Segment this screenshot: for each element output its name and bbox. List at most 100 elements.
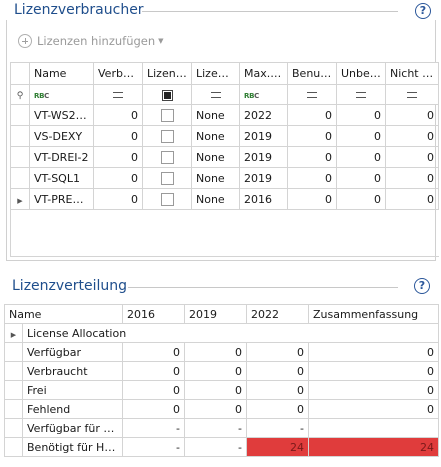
row-label: Verfügbar (21, 342, 124, 362)
cell-benutzt: 0 (287, 146, 337, 168)
distribution-help-icon[interactable]: ? (414, 278, 430, 294)
cell-2022: - (246, 418, 310, 438)
cell-summary: 0 (308, 342, 440, 362)
cell-2019: 0 (184, 399, 248, 419)
checkbox-filter-icon (161, 89, 173, 101)
row-label: Verfügbar für Host (21, 418, 124, 438)
checkbox[interactable] (160, 171, 174, 185)
cell-lizenziert (142, 146, 192, 168)
checkbox[interactable] (160, 108, 174, 122)
text-filter-icon: RBC (34, 92, 49, 100)
table-row: Frei 0 0 0 0 (4, 380, 440, 400)
cell-2022: 0 (246, 342, 310, 362)
consumers-filter-row: ⚲ RBC RBC (10, 84, 439, 105)
cell-2022: 0 (246, 380, 310, 400)
add-circle-icon (18, 34, 32, 48)
add-licenses-button[interactable]: Lizenzen hinzufügen ▼ (18, 34, 164, 48)
filter-lizenziert[interactable] (142, 84, 192, 105)
cell-lizenziert (142, 125, 192, 147)
cell-verbraucht: 0 (93, 104, 143, 126)
group-row-license-allocation[interactable]: ▶ License Allocation (4, 323, 440, 343)
cell-unbenutzt: 0 (336, 146, 386, 168)
expand-cell[interactable]: ▶ (4, 323, 23, 343)
col-header-unbenutzt[interactable]: Unben… (336, 62, 386, 85)
table-row[interactable]: VS-DEXY 0 None 2019 0 0 0 (10, 125, 439, 147)
cell-verbraucht: 0 (93, 146, 143, 168)
consumers-help-icon[interactable]: ? (415, 3, 431, 19)
cell-name: VT-DREI-2 (29, 146, 94, 168)
col-header-lizenz[interactable]: Lizenz… (191, 62, 240, 85)
table-row[interactable]: VT-WS2022 0 None 2022 0 0 0 (10, 104, 439, 126)
filter-benutzt[interactable] (287, 84, 337, 105)
cell-2022: 0 (246, 399, 310, 419)
table-row[interactable]: VT-SQL1 0 None 2019 0 0 0 (10, 167, 439, 189)
cell-nicht: 0 (385, 104, 439, 126)
checkbox[interactable] (160, 129, 174, 143)
cell-unbenutzt: 0 (336, 125, 386, 147)
col-header-2019[interactable]: 2019 (184, 304, 248, 324)
col-header-name[interactable]: Name (3, 304, 124, 324)
cell-lizenz: None (191, 104, 240, 126)
table-row[interactable]: VT-DREI-2 0 None 2019 0 0 0 (10, 146, 439, 168)
filter-lizenz[interactable] (191, 84, 240, 105)
distribution-grid: Name 2016 2019 2022 Zusammenfassung ▶ Li… (3, 304, 440, 457)
col-header-max[interactable]: Max. … (239, 62, 288, 85)
distribution-title: Lizenzverteilung (12, 278, 128, 294)
col-header-lizenziert[interactable]: Lizenzi… (142, 62, 192, 85)
cell-benutzt: 0 (287, 167, 337, 189)
header-corner (10, 62, 30, 85)
cell-max: 2019 (239, 125, 288, 147)
cell-2019: - (184, 418, 248, 438)
cell-lizenz: None (191, 146, 240, 168)
col-header-summary[interactable]: Zusammenfassung (308, 304, 440, 324)
col-header-nicht[interactable]: Nicht e… (385, 62, 439, 85)
cell-name: VT-PRER… (29, 188, 94, 210)
row-indicator: ▶ (10, 188, 30, 210)
col-header-benutzt[interactable]: Benutzt (287, 62, 337, 85)
row-label: Fehlend (21, 399, 124, 419)
filter-max[interactable]: RBC (239, 84, 288, 105)
filter-unbenutzt[interactable] (336, 84, 386, 105)
cell-2019: 0 (184, 361, 248, 381)
add-licenses-label: Lizenzen hinzufügen (37, 34, 156, 48)
col-header-2022[interactable]: 2022 (246, 304, 310, 324)
cell-unbenutzt: 0 (336, 104, 386, 126)
filter-name[interactable]: RBC (29, 84, 94, 105)
table-row: Verfügbar 0 0 0 0 (4, 342, 440, 362)
cell-summary (308, 418, 440, 438)
cell-2016: 0 (122, 361, 186, 381)
expand-arrow-icon: ▶ (10, 330, 17, 339)
cell-2019: - (184, 437, 248, 457)
checkbox[interactable] (160, 150, 174, 164)
col-header-name[interactable]: Name (29, 62, 94, 85)
equals-filter-icon (407, 92, 417, 98)
consumers-grid: Name Verbra… Lizenzi… Lizenz… Max. … Ben… (10, 62, 439, 210)
cell-name: VT-WS2022 (29, 104, 94, 126)
col-header-2016[interactable]: 2016 (122, 304, 186, 324)
cell-2019: 0 (184, 380, 248, 400)
cell-verbraucht: 0 (93, 167, 143, 189)
row-label: Benötigt für Host (21, 437, 124, 457)
col-header-verbraucht[interactable]: Verbra… (93, 62, 143, 85)
cell-verbraucht: 0 (93, 125, 143, 147)
current-row-arrow-icon: ▶ (17, 196, 23, 205)
cell-benutzt: 0 (287, 104, 337, 126)
filter-nicht[interactable] (385, 84, 439, 105)
row-indicator (10, 146, 30, 168)
cell-summary-shortage: 24 (308, 437, 440, 457)
text-filter-icon: RBC (244, 92, 259, 100)
checkbox[interactable] (160, 192, 174, 206)
cell-2016: - (122, 437, 186, 457)
table-row[interactable]: ▶ VT-PRER… 0 None 2016 0 0 0 (10, 188, 439, 210)
cell-max: 2019 (239, 167, 288, 189)
cell-2019: 0 (184, 342, 248, 362)
cell-2016: 0 (122, 380, 186, 400)
filter-verbraucht[interactable] (93, 84, 143, 105)
cell-max: 2022 (239, 104, 288, 126)
cell-2016: 0 (122, 399, 186, 419)
cell-max: 2019 (239, 146, 288, 168)
group-label: License Allocation (22, 323, 440, 343)
cell-lizenziert (142, 167, 192, 189)
distribution-header-row: Name 2016 2019 2022 Zusammenfassung (3, 304, 440, 324)
row-indicator (10, 125, 30, 147)
